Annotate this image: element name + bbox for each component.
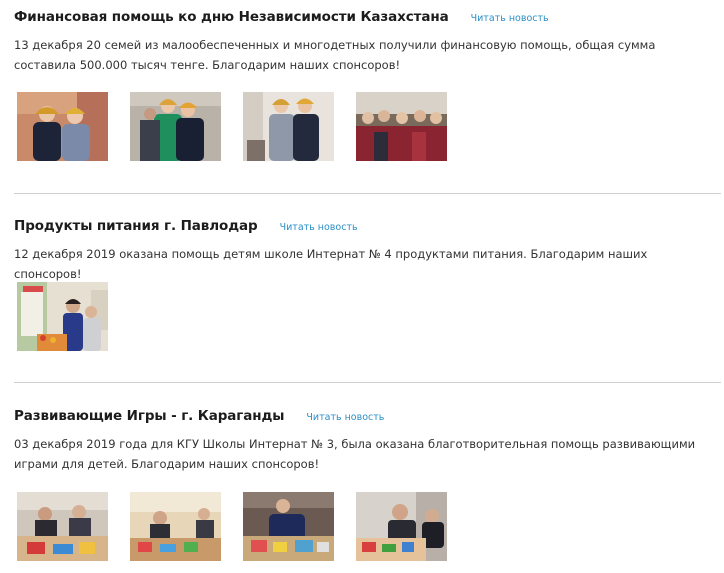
- post-header: Развивающие Игры - г. Караганды Читать н…: [14, 408, 720, 424]
- read-more-link[interactable]: Читать новость: [280, 222, 358, 233]
- photo-thumbnail[interactable]: [17, 282, 108, 351]
- read-more-link[interactable]: Читать новость: [306, 412, 384, 423]
- post-title: Финансовая помощь ко дню Независимости К…: [14, 9, 449, 25]
- post-text: 12 декабря 2019 оказана помощь детям шко…: [14, 247, 648, 281]
- news-post: Продукты питания г. Павлодар Читать ново…: [14, 218, 720, 284]
- photo-thumbnail[interactable]: [130, 492, 221, 561]
- post-divider: [14, 193, 721, 194]
- post-text: 03 декабря 2019 года для КГУ Школы Интер…: [14, 437, 696, 471]
- photo-thumbnail[interactable]: [130, 92, 221, 161]
- photo-gallery: [17, 92, 447, 161]
- post-text: 13 декабря 20 семей из малообеспеченных …: [14, 38, 656, 72]
- photo-thumbnail[interactable]: [17, 492, 108, 561]
- photo-thumbnail[interactable]: [356, 92, 447, 161]
- post-title: Продукты питания г. Павлодар: [14, 218, 258, 234]
- post-title: Развивающие Игры - г. Караганды: [14, 408, 285, 424]
- photo-thumbnail[interactable]: [17, 92, 108, 161]
- photo-gallery: [17, 492, 447, 561]
- post-header: Финансовая помощь ко дню Независимости К…: [14, 9, 720, 25]
- post-header: Продукты питания г. Павлодар Читать ново…: [14, 218, 720, 234]
- photo-thumbnail[interactable]: [356, 492, 447, 561]
- photo-gallery: [17, 282, 108, 351]
- news-post: Развивающие Игры - г. Караганды Читать н…: [14, 408, 720, 474]
- read-more-link[interactable]: Читать новость: [471, 13, 549, 24]
- photo-thumbnail[interactable]: [243, 92, 334, 161]
- photo-thumbnail[interactable]: [243, 492, 334, 561]
- news-post: Финансовая помощь ко дню Независимости К…: [14, 9, 720, 75]
- post-divider: [14, 382, 721, 383]
